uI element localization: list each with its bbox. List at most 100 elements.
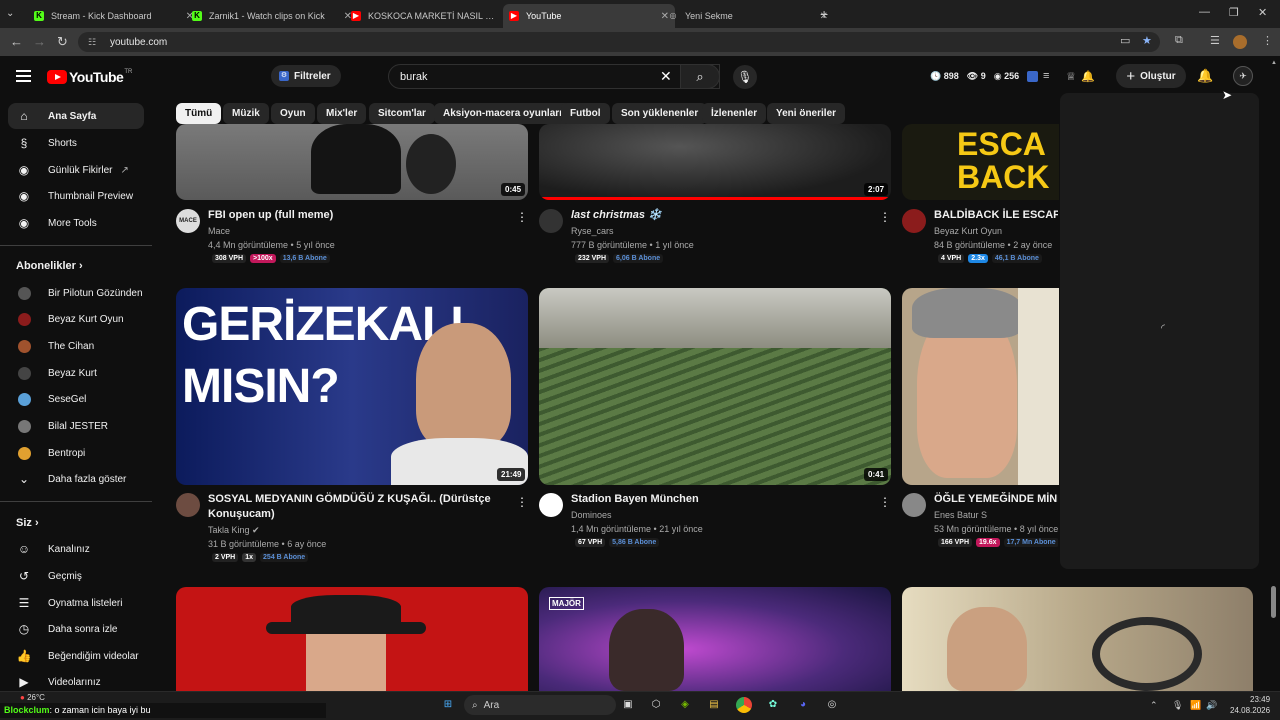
clear-search-icon[interactable]: ✕: [660, 68, 672, 85]
channel-avatar[interactable]: [902, 209, 926, 233]
video-thumbnail[interactable]: [176, 124, 528, 200]
trophy-icon[interactable]: ♕: [1066, 70, 1076, 83]
sidebar-item-subscription[interactable]: Beyaz Kurt: [8, 360, 144, 386]
microphone-icon[interactable]: 🎙: [1172, 700, 1183, 711]
chip[interactable]: Futbol: [561, 103, 610, 124]
reload-icon[interactable]: ↻: [57, 34, 68, 50]
video-title[interactable]: last christmas ❄️: [571, 208, 871, 223]
weather-widget[interactable]: ● 26°C: [20, 693, 45, 702]
forward-icon[interactable]: →: [33, 34, 46, 49]
volume-icon[interactable]: 🔊: [1206, 700, 1217, 711]
scrollbar-thumb[interactable]: [1271, 586, 1276, 618]
channel-name[interactable]: Dominoes: [571, 508, 612, 522]
chip[interactable]: Son yüklenenler: [612, 103, 708, 124]
obs-icon[interactable]: ◎: [824, 697, 840, 713]
list-icon[interactable]: ≡: [1043, 70, 1049, 82]
channel-name[interactable]: Mace: [208, 224, 230, 238]
taskbar-search[interactable]: ⌕ Ara: [464, 695, 616, 715]
app-icon[interactable]: ✿: [765, 697, 781, 713]
video-thumbnail[interactable]: [902, 288, 1059, 485]
restore-icon[interactable]: ❐: [1229, 6, 1239, 19]
bookmark-star-icon[interactable]: ★: [1142, 34, 1152, 47]
sidebar-item-subscription[interactable]: Bentropi: [8, 440, 144, 466]
channel-name[interactable]: Ryse_cars: [571, 224, 614, 238]
video-thumbnail[interactable]: GERİZEKALI MISIN?: [176, 288, 528, 485]
more-options-icon[interactable]: ⋮: [879, 495, 891, 509]
notifications-bell-icon[interactable]: 🔔: [1197, 68, 1213, 84]
network-icon[interactable]: 📶: [1190, 700, 1201, 711]
extension-icon[interactable]: [1027, 71, 1038, 82]
channel-avatar[interactable]: [176, 493, 200, 517]
new-tab-icon[interactable]: +: [820, 6, 828, 22]
more-options-icon[interactable]: ⋮: [516, 210, 528, 224]
back-icon[interactable]: ←: [10, 34, 23, 49]
video-title[interactable]: BALDİBACK İLE ESCAPE T: [934, 208, 1058, 223]
sidebar-item-more-tools[interactable]: ◉ More Tools: [8, 210, 144, 236]
channel-name[interactable]: Enes Batur S: [934, 508, 987, 522]
sidebar-item-subscription[interactable]: Bir Pilotun Gözünden: [8, 280, 144, 306]
sidebar-item-home[interactable]: ⌂ Ana Sayfa: [8, 103, 144, 129]
sidebar-item-history[interactable]: ↺ Geçmiş: [8, 563, 144, 589]
sidebar-item-watch-later[interactable]: ◷ Daha sonra izle: [8, 616, 144, 642]
menu-kebab-icon[interactable]: ⋮: [1262, 34, 1273, 47]
browser-tab-active[interactable]: ▶ YouTube ✕: [503, 4, 675, 28]
address-bar[interactable]: ☷ youtube.com: [78, 32, 1160, 52]
profile-avatar[interactable]: [1233, 35, 1247, 49]
create-button[interactable]: + Oluştur: [1116, 64, 1186, 88]
more-options-icon[interactable]: ⋮: [879, 210, 891, 224]
channel-avatar[interactable]: [902, 493, 926, 517]
chip-all[interactable]: Tümü: [176, 103, 222, 124]
channel-avatar[interactable]: MACE: [176, 209, 200, 233]
windows-start-icon[interactable]: ⊞: [440, 697, 456, 713]
video-thumbnail[interactable]: [176, 587, 528, 691]
tab-search-icon[interactable]: ⌄: [6, 8, 14, 19]
browser-tab[interactable]: ◎ Yeni Sekme ✕: [662, 4, 834, 28]
sidebar-item-subscription[interactable]: Bilal JESTER: [8, 413, 144, 439]
extensions-icon[interactable]: ⧉: [1175, 34, 1183, 47]
youtube-logo[interactable]: YouTube TR: [47, 69, 132, 85]
video-title[interactable]: Stadion Bayen München: [571, 492, 871, 507]
channel-avatar[interactable]: [539, 209, 563, 233]
video-thumbnail[interactable]: ESCA BACK: [902, 124, 1059, 200]
channel-name[interactable]: Takla King ✔: [208, 523, 260, 537]
channel-avatar[interactable]: [539, 493, 563, 517]
chip[interactable]: Aksiyon-macera oyunları: [434, 103, 571, 124]
nvidia-icon[interactable]: ◈: [677, 697, 693, 713]
sidebar-item-your-channel[interactable]: ☺ Kanalınız: [8, 536, 144, 562]
chip[interactable]: Oyun: [271, 103, 315, 124]
menu-hamburger-icon[interactable]: [16, 70, 31, 85]
account-avatar[interactable]: ✈: [1233, 66, 1253, 86]
sidebar-item-thumbnail-preview[interactable]: ◉ Thumbnail Preview: [8, 183, 144, 209]
more-options-icon[interactable]: ⋮: [516, 495, 528, 509]
site-info-icon[interactable]: ☷: [88, 37, 100, 48]
discord-icon[interactable]: ◕: [795, 697, 811, 713]
sidebar-item-subscription[interactable]: SeseGel: [8, 386, 144, 412]
video-thumbnail[interactable]: MAJÖR: [539, 587, 891, 691]
chrome-icon[interactable]: [736, 697, 752, 713]
taskbar-clock[interactable]: 23:49 24.08.2026: [1230, 694, 1270, 716]
sidebar-item-playlists[interactable]: ☰ Oynatma listeleri: [8, 590, 144, 616]
chip[interactable]: Müzik: [223, 103, 269, 124]
tray-chevron-icon[interactable]: ⌃: [1150, 700, 1158, 711]
sidebar-item-shorts[interactable]: § Shorts: [8, 130, 144, 156]
browser-tab[interactable]: K Zarnik1 - Watch clips on Kick ✕: [186, 4, 358, 28]
video-title[interactable]: ÖĞLE YEMEĞİNDE MİNEC: [934, 492, 1058, 507]
you-header[interactable]: Siz ›: [16, 517, 39, 529]
video-thumbnail[interactable]: [539, 288, 891, 485]
channel-name[interactable]: Beyaz Kurt Oyun: [934, 224, 1002, 238]
file-explorer-icon[interactable]: ▤: [706, 697, 722, 713]
small-bell-icon[interactable]: 🔔: [1081, 70, 1095, 83]
video-thumbnail[interactable]: [902, 587, 1253, 691]
search-button[interactable]: ⌕: [680, 64, 720, 89]
chip[interactable]: İzlenenler: [702, 103, 767, 124]
sidebar-item-subscription[interactable]: Beyaz Kurt Oyun: [8, 306, 144, 332]
video-title[interactable]: FBI open up (full meme): [208, 208, 508, 223]
chip[interactable]: Yeni öneriler: [767, 103, 846, 124]
show-more-button[interactable]: ⌄ Daha fazla göster: [8, 466, 144, 492]
video-thumbnail[interactable]: [539, 124, 891, 200]
scroll-up-icon[interactable]: ▲: [1271, 60, 1277, 66]
subscriptions-header[interactable]: Abonelikler ›: [16, 260, 83, 272]
chip[interactable]: Sitcom'lar: [369, 103, 435, 124]
filters-button[interactable]: ⚙ Filtreler: [271, 65, 341, 87]
voice-search-button[interactable]: 🎙: [733, 65, 757, 89]
